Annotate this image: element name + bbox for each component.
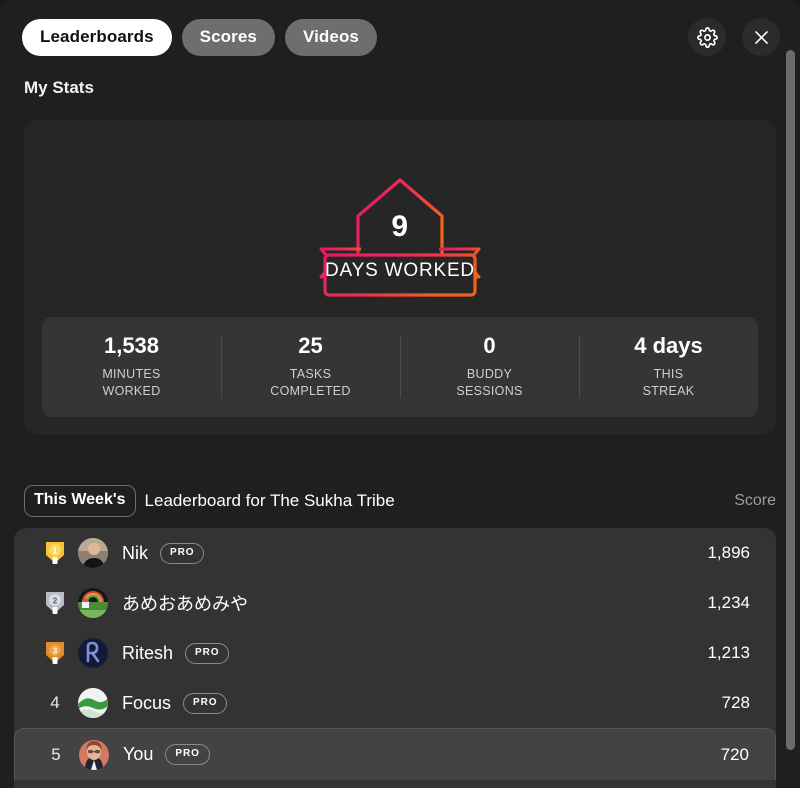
tab-bar: Leaderboards Scores Videos (22, 18, 377, 56)
stat-strip: 1,538 MINUTES WORKED 25 TASKS COMPLETED … (42, 317, 758, 417)
stat-buddy-sessions: 0 BUDDY SESSIONS (400, 328, 579, 406)
settings-button[interactable] (688, 18, 726, 56)
user-name: あめおあめみや (122, 594, 248, 614)
stat-label-line2: WORKED (102, 384, 161, 399)
table-row[interactable]: 3 Ritesh PRO 1,213 (14, 628, 776, 678)
stat-label-line2: COMPLETED (270, 384, 351, 399)
leaderboard-header: This Week's Leaderboard for The Sukha Tr… (24, 482, 776, 520)
avatar (78, 638, 108, 668)
rank-medal-gold-icon: 1 (40, 540, 70, 566)
table-row[interactable]: 4 Focus PRO 728 (14, 678, 776, 728)
period-selector[interactable]: This Week's (24, 485, 136, 517)
pro-badge: PRO (183, 692, 228, 714)
days-worked-badge: 9 DAYS WORKED (285, 172, 515, 302)
rank-medal-silver-icon: 2 (40, 590, 70, 616)
scrollbar-thumb[interactable] (786, 50, 795, 750)
table-row[interactable]: 1 Nik PRO 1,896 (14, 528, 776, 578)
leaderboard-list: 1 Nik PRO 1,896 2 あめおあめみや 1,234 3 Ritesh… (14, 528, 776, 788)
user-score: 1,213 (707, 643, 750, 662)
avatar (78, 588, 108, 618)
days-worked-value: 9 (391, 210, 409, 243)
my-stats-card: 9 DAYS WORKED 1,538 MINUTES WORKED 25 TA… (24, 120, 776, 435)
rank-number: 4 (50, 693, 60, 712)
user-score: 728 (721, 693, 750, 712)
user-name: Nik (122, 542, 148, 563)
pro-badge: PRO (165, 744, 210, 765)
tab-scores[interactable]: Scores (181, 18, 275, 56)
score-column-header: Score (734, 492, 776, 509)
stat-tasks-completed: 25 TASKS COMPLETED (221, 328, 400, 406)
table-row[interactable]: 2 あめおあめみや 1,234 (14, 578, 776, 628)
pro-badge: PRO (185, 642, 230, 664)
rank-number: 5 (51, 744, 61, 764)
avatar (78, 688, 108, 718)
stat-label-line1: BUDDY (466, 367, 513, 382)
close-button[interactable] (742, 18, 780, 56)
stat-label-line1: MINUTES (102, 367, 161, 382)
svg-text:3: 3 (53, 646, 58, 656)
pro-badge: PRO (160, 542, 205, 564)
leaderboard-title: Leaderboard for The Sukha Tribe (144, 491, 395, 510)
stat-value: 25 (298, 333, 323, 359)
stat-label-line1: THIS (653, 367, 684, 382)
user-name: Focus (122, 692, 172, 713)
stat-label-line1: TASKS (289, 367, 332, 382)
stat-label: MINUTES WORKED (46, 366, 217, 400)
user-name: Ritesh (122, 642, 174, 663)
avatar (79, 739, 109, 770)
user-score: 1,896 (707, 543, 750, 562)
avatar (78, 538, 108, 568)
user-score: 1,234 (707, 593, 750, 612)
table-row-current-user[interactable]: 5 You PRO 720 (14, 728, 776, 780)
close-icon (752, 28, 771, 47)
rank-medal-bronze-icon: 3 (40, 640, 70, 666)
days-worked-label: DAYS WORKED (325, 260, 475, 281)
stat-label: TASKS COMPLETED (225, 366, 396, 400)
user-score: 720 (720, 744, 749, 764)
stat-value: 4 days (634, 333, 703, 359)
stat-minutes-worked: 1,538 MINUTES WORKED (42, 328, 221, 406)
svg-text:1: 1 (53, 546, 58, 556)
leaderboards-window: Leaderboards Scores Videos My Stats 9 DA… (0, 0, 800, 788)
stat-label-line2: SESSIONS (456, 384, 523, 399)
stat-value: 1,538 (103, 333, 160, 359)
user-name: You (123, 744, 154, 764)
svg-text:2: 2 (53, 596, 58, 606)
page-title: My Stats (24, 78, 94, 97)
top-bar: Leaderboards Scores Videos (0, 0, 800, 74)
window-controls (688, 18, 780, 56)
stat-label-line2: STREAK (642, 384, 695, 399)
stat-this-streak: 4 days THIS STREAK (579, 328, 758, 406)
stat-label: THIS STREAK (583, 366, 754, 400)
gear-icon (696, 26, 718, 48)
stat-label: BUDDY SESSIONS (404, 366, 575, 400)
tab-videos[interactable]: Videos (284, 18, 377, 56)
vertical-scrollbar[interactable] (785, 0, 797, 788)
stat-value: 0 (483, 333, 496, 359)
tab-leaderboards[interactable]: Leaderboards (22, 18, 172, 56)
